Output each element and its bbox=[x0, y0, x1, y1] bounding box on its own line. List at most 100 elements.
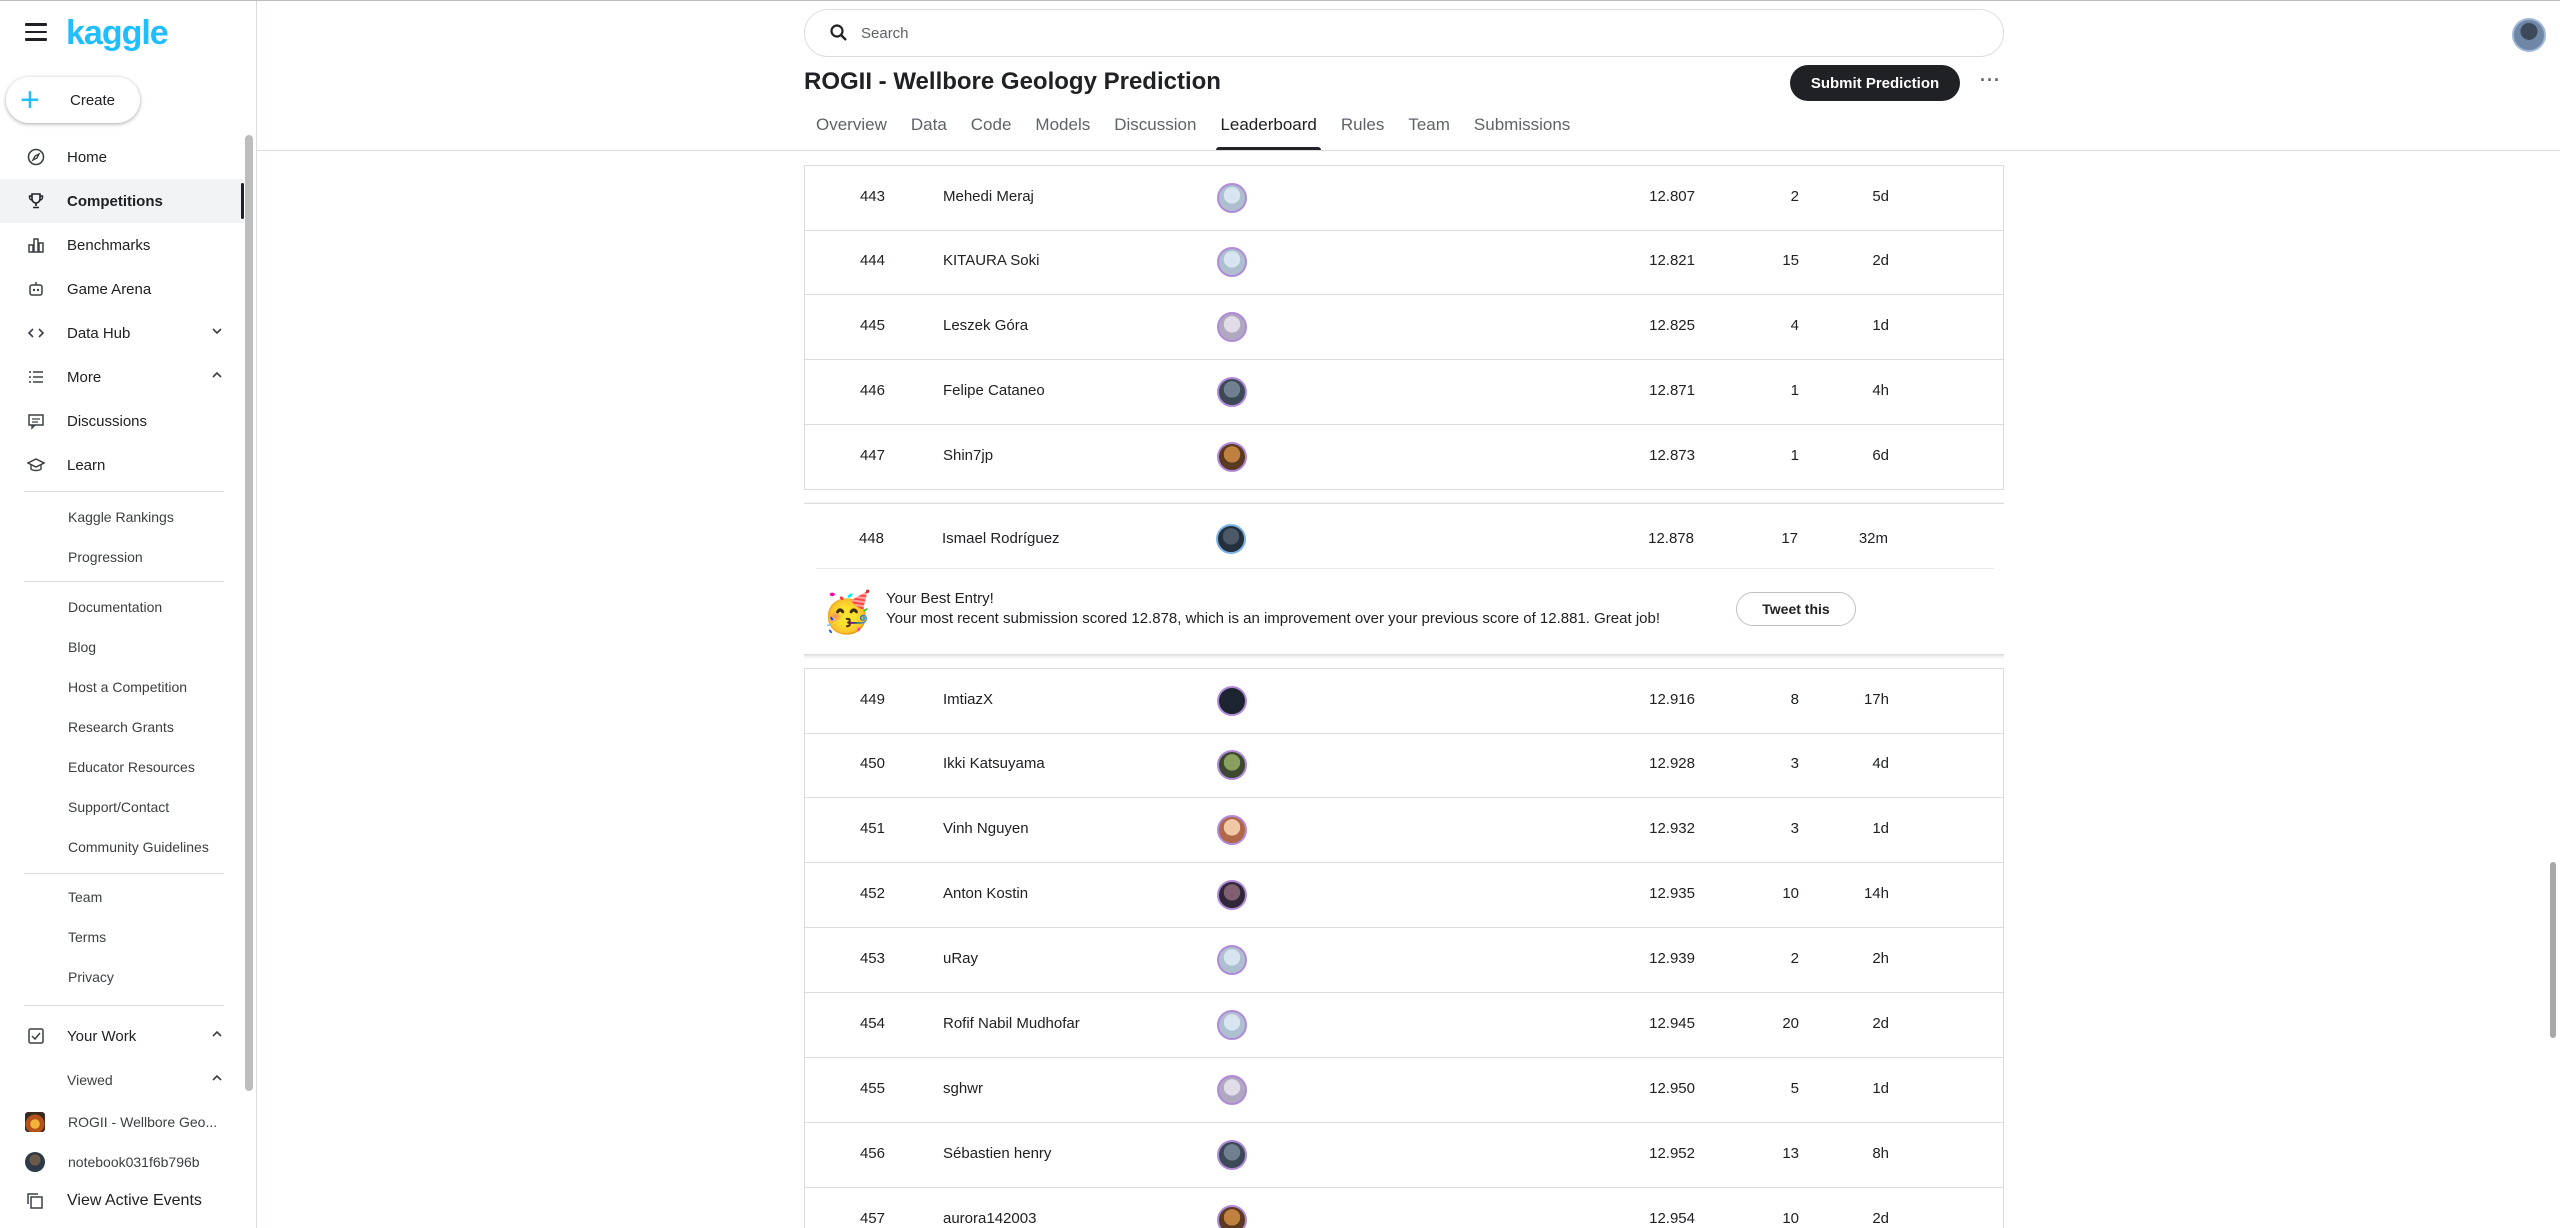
best-entry-row[interactable]: 448 Ismael Rodríguez 12.878 17 32m 🥳 You… bbox=[804, 503, 2004, 655]
menu-icon[interactable] bbox=[25, 23, 47, 41]
avatar[interactable] bbox=[1217, 247, 1247, 277]
sidebar-link-team[interactable]: Team bbox=[68, 889, 102, 905]
avatar[interactable] bbox=[1217, 377, 1247, 407]
sidebar-item-data-hub[interactable]: Data Hub bbox=[0, 311, 244, 355]
chevron-down-icon[interactable] bbox=[210, 324, 224, 342]
sidebar-link-privacy[interactable]: Privacy bbox=[68, 969, 114, 985]
team-name[interactable]: Ismael Rodríguez bbox=[942, 530, 1060, 547]
tab-code[interactable]: Code bbox=[959, 104, 1024, 150]
table-row[interactable]: 453 uRay 12.939 2 2h bbox=[804, 928, 2004, 993]
sidebar-item-discussions[interactable]: Discussions bbox=[0, 399, 244, 443]
sidebar-link-research-grants[interactable]: Research Grants bbox=[68, 719, 174, 735]
table-row[interactable]: 450 Ikki Katsuyama 12.928 3 4d bbox=[804, 733, 2004, 798]
table-row[interactable]: 451 Vinh Nguyen 12.932 3 1d bbox=[804, 798, 2004, 863]
sidebar-item-label: Competitions bbox=[67, 192, 163, 210]
team-name[interactable]: ImtiazX bbox=[943, 691, 993, 708]
tab-overview[interactable]: Overview bbox=[804, 104, 899, 150]
table-row[interactable]: 446 Felipe Cataneo 12.871 1 4h bbox=[804, 360, 2004, 425]
sidebar-link-host-competition[interactable]: Host a Competition bbox=[68, 679, 187, 695]
search-bar[interactable]: Search bbox=[804, 9, 2004, 57]
sidebar-item-label: Viewed bbox=[67, 1072, 113, 1088]
team-name[interactable]: Vinh Nguyen bbox=[943, 820, 1029, 837]
viewed-item-notebook[interactable]: notebook031f6b796b bbox=[0, 1142, 228, 1182]
avatar[interactable] bbox=[1217, 1075, 1247, 1105]
table-row[interactable]: 443 Mehedi Meraj 12.807 2 5d bbox=[804, 165, 2004, 231]
tab-leaderboard[interactable]: Leaderboard bbox=[1208, 104, 1328, 150]
tab-discussion[interactable]: Discussion bbox=[1102, 104, 1208, 150]
avatar[interactable] bbox=[1217, 750, 1247, 780]
team-name[interactable]: uRay bbox=[943, 950, 978, 967]
last-submission: 2d bbox=[1872, 1015, 1889, 1032]
team-name[interactable]: KITAURA Soki bbox=[943, 252, 1039, 269]
chevron-up-icon[interactable] bbox=[210, 1071, 224, 1089]
table-row[interactable]: 452 Anton Kostin 12.935 10 14h bbox=[804, 863, 2004, 928]
viewed-item-competition[interactable]: ROGII - Wellbore Geo... bbox=[0, 1102, 228, 1142]
chevron-up-icon[interactable] bbox=[210, 368, 224, 386]
team-name[interactable]: Felipe Cataneo bbox=[943, 382, 1045, 399]
sidebar-item-viewed[interactable]: Viewed bbox=[0, 1058, 244, 1102]
sidebar-scrollbar[interactable] bbox=[245, 135, 253, 1091]
tab-models[interactable]: Models bbox=[1023, 104, 1102, 150]
tab-data[interactable]: Data bbox=[899, 104, 959, 150]
team-name[interactable]: Rofif Nabil Mudhofar bbox=[943, 1015, 1080, 1032]
table-row[interactable]: 449 ImtiazX 12.916 8 17h bbox=[804, 668, 2004, 734]
chevron-up-icon[interactable] bbox=[210, 1027, 224, 1045]
kaggle-logo[interactable]: kaggle bbox=[66, 14, 169, 53]
view-active-events-button[interactable]: View Active Events bbox=[0, 1181, 202, 1221]
team-name[interactable]: sghwr bbox=[943, 1080, 983, 1097]
search-input[interactable]: Search bbox=[861, 25, 909, 42]
avatar[interactable] bbox=[1217, 1205, 1247, 1228]
avatar[interactable] bbox=[1217, 183, 1247, 213]
submit-prediction-button[interactable]: Submit Prediction bbox=[1790, 65, 1960, 101]
user-avatar[interactable] bbox=[2512, 18, 2546, 52]
team-name[interactable]: Anton Kostin bbox=[943, 885, 1028, 902]
tab-submissions[interactable]: Submissions bbox=[1462, 104, 1582, 150]
team-name[interactable]: Leszek Góra bbox=[943, 317, 1028, 334]
table-row[interactable]: 456 Sébastien henry 12.952 13 8h bbox=[804, 1123, 2004, 1188]
sidebar-item-home[interactable]: Home bbox=[0, 135, 244, 179]
tab-team[interactable]: Team bbox=[1396, 104, 1462, 150]
table-row[interactable]: 454 Rofif Nabil Mudhofar 12.945 20 2d bbox=[804, 993, 2004, 1058]
entries: 17 bbox=[1781, 530, 1798, 547]
table-row[interactable]: 445 Leszek Góra 12.825 4 1d bbox=[804, 295, 2004, 360]
table-row[interactable]: 457 aurora142003 12.954 10 2d bbox=[804, 1188, 2004, 1228]
team-name[interactable]: Shin7jp bbox=[943, 447, 993, 464]
avatar[interactable] bbox=[1217, 1010, 1247, 1040]
sidebar-link-blog[interactable]: Blog bbox=[68, 639, 96, 655]
sidebar-item-learn[interactable]: Learn bbox=[0, 443, 244, 487]
avatar[interactable] bbox=[1217, 442, 1247, 472]
team-name[interactable]: Mehedi Meraj bbox=[943, 188, 1034, 205]
more-options-icon[interactable]: ··· bbox=[1980, 70, 2001, 91]
sidebar-link-progression[interactable]: Progression bbox=[68, 549, 143, 565]
avatar[interactable] bbox=[1217, 945, 1247, 975]
create-button[interactable]: + Create bbox=[6, 77, 140, 123]
avatar[interactable] bbox=[1217, 686, 1247, 716]
avatar[interactable] bbox=[1216, 524, 1246, 554]
rank: 452 bbox=[859, 885, 885, 902]
tweet-button[interactable]: Tweet this bbox=[1736, 592, 1856, 626]
sidebar-item-benchmarks[interactable]: Benchmarks bbox=[0, 223, 244, 267]
sidebar-link-support-contact[interactable]: Support/Contact bbox=[68, 799, 169, 815]
team-name[interactable]: Ikki Katsuyama bbox=[943, 755, 1045, 772]
sidebar-link-community-guidelines[interactable]: Community Guidelines bbox=[68, 839, 209, 855]
sidebar-link-kaggle-rankings[interactable]: Kaggle Rankings bbox=[68, 509, 174, 525]
team-name[interactable]: aurora142003 bbox=[943, 1210, 1036, 1227]
table-row[interactable]: 455 sghwr 12.950 5 1d bbox=[804, 1058, 2004, 1123]
team-name[interactable]: Sébastien henry bbox=[943, 1145, 1051, 1162]
sidebar-link-terms[interactable]: Terms bbox=[68, 929, 106, 945]
sidebar-item-more[interactable]: More bbox=[0, 355, 244, 399]
page-scrollbar[interactable] bbox=[2550, 862, 2556, 1038]
sidebar-item-game-arena[interactable]: Game Arena bbox=[0, 267, 244, 311]
sidebar-item-your-work[interactable]: Your Work bbox=[0, 1014, 244, 1058]
avatar[interactable] bbox=[1217, 815, 1247, 845]
sidebar-item-competitions[interactable]: Competitions bbox=[0, 179, 244, 223]
tab-rules[interactable]: Rules bbox=[1329, 104, 1396, 150]
rank: 446 bbox=[859, 382, 885, 399]
sidebar-link-documentation[interactable]: Documentation bbox=[68, 599, 162, 615]
avatar[interactable] bbox=[1217, 312, 1247, 342]
table-row[interactable]: 447 Shin7jp 12.873 1 6d bbox=[804, 425, 2004, 490]
sidebar-link-educator-resources[interactable]: Educator Resources bbox=[68, 759, 195, 775]
table-row[interactable]: 444 KITAURA Soki 12.821 15 2d bbox=[804, 230, 2004, 295]
avatar[interactable] bbox=[1217, 1140, 1247, 1170]
avatar[interactable] bbox=[1217, 880, 1247, 910]
